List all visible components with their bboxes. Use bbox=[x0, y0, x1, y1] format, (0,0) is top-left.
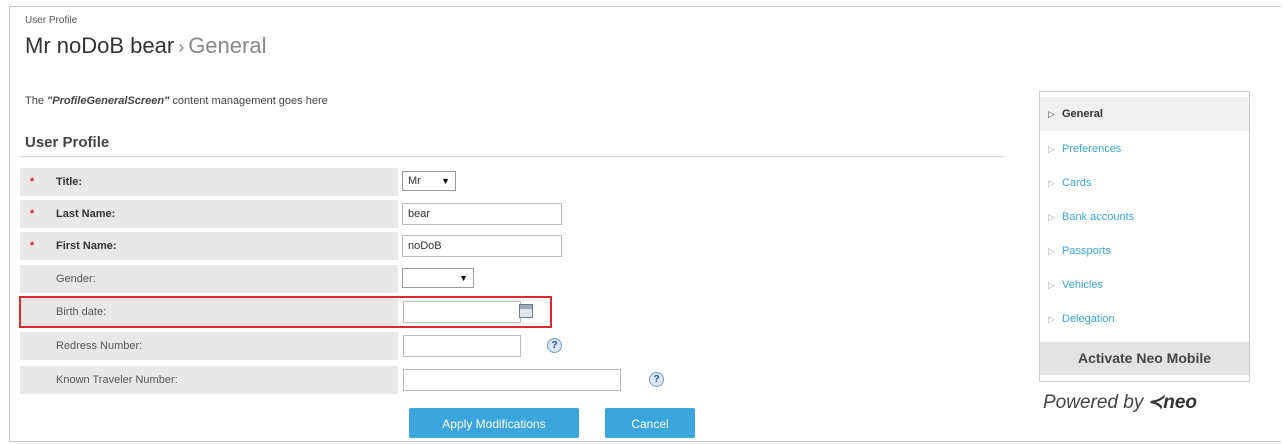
section-divider bbox=[20, 156, 1004, 157]
sidebar-item-label: Delegation bbox=[1062, 313, 1115, 325]
last-name-field[interactable] bbox=[402, 203, 562, 225]
sidebar-item-general[interactable]: ▷ General bbox=[1040, 97, 1249, 131]
form-row-first-name: * First Name: bbox=[20, 232, 1000, 260]
label-cell: * Title: bbox=[20, 168, 398, 196]
sidebar-item-bank-accounts[interactable]: ▷ Bank accounts bbox=[1040, 200, 1249, 234]
triangle-right-icon: ▷ bbox=[1048, 212, 1055, 222]
triangle-right-icon: ▷ bbox=[1048, 178, 1055, 188]
sidebar-item-label: Vehicles bbox=[1062, 279, 1103, 291]
triangle-right-icon: ▷ bbox=[1048, 314, 1055, 324]
title-select-value: Mr bbox=[408, 175, 421, 187]
help-icon[interactable]: ? bbox=[649, 372, 664, 387]
breadcrumb: User Profile bbox=[25, 15, 78, 26]
sidebar-item-preferences[interactable]: ▷ Preferences bbox=[1040, 132, 1249, 166]
page-subtitle: General bbox=[188, 33, 267, 58]
label-cell: * First Name: bbox=[20, 232, 398, 260]
title-separator: › bbox=[178, 37, 185, 57]
last-name-label: Last Name: bbox=[56, 208, 116, 220]
triangle-right-icon: ▷ bbox=[1048, 144, 1055, 154]
label-cell: Redress Number: bbox=[20, 332, 398, 360]
sidebar-item-label: Bank accounts bbox=[1062, 211, 1135, 223]
label-cell: Gender: bbox=[20, 265, 398, 293]
sidebar-item-label: Cards bbox=[1062, 177, 1092, 189]
help-icon[interactable]: ? bbox=[547, 338, 562, 353]
known-traveler-number-field[interactable] bbox=[403, 369, 621, 391]
cms-note-prefix: The bbox=[25, 95, 48, 107]
form-row-redress-number: Redress Number: ? bbox=[20, 332, 1000, 360]
form-row-gender: Gender: ▼ bbox=[20, 265, 1000, 293]
title-label: Title: bbox=[56, 176, 83, 188]
known-traveler-number-label: Known Traveler Number: bbox=[56, 374, 178, 386]
title-select[interactable]: Mr ▼ bbox=[402, 171, 456, 191]
cms-note-suffix: content management goes here bbox=[169, 95, 328, 107]
label-cell: * Last Name: bbox=[20, 200, 398, 228]
first-name-label: First Name: bbox=[56, 240, 117, 252]
cancel-button[interactable]: Cancel bbox=[605, 408, 695, 438]
sidebar-item-passports[interactable]: ▷ Passports bbox=[1040, 234, 1249, 268]
form-row-last-name: * Last Name: bbox=[20, 200, 1000, 228]
page-title: Mr noDoB bear › General bbox=[25, 33, 266, 59]
redress-number-field[interactable] bbox=[403, 335, 521, 357]
required-mark: * bbox=[30, 240, 35, 252]
label-cell: Known Traveler Number: bbox=[20, 366, 398, 394]
required-mark: * bbox=[30, 208, 35, 220]
activate-neo-mobile-button[interactable]: Activate Neo Mobile bbox=[1040, 342, 1249, 375]
form-row-known-traveler-number: Known Traveler Number: ? bbox=[20, 366, 1000, 394]
section-title: User Profile bbox=[25, 134, 110, 151]
sidebar-item-cards[interactable]: ▷ Cards bbox=[1040, 166, 1249, 200]
sidebar-item-delegation[interactable]: ▷ Delegation bbox=[1040, 302, 1249, 336]
profile-nav-panel: ▷ General ▷ Preferences ▷ Cards ▷ Bank a… bbox=[1039, 91, 1250, 382]
form-row-title: * Title: Mr ▼ bbox=[20, 168, 1000, 196]
required-mark: * bbox=[30, 176, 35, 188]
powered-by-text: Powered by bbox=[1043, 392, 1144, 413]
triangle-right-icon: ▷ bbox=[1048, 246, 1055, 256]
gender-label: Gender: bbox=[56, 273, 96, 285]
triangle-right-icon: ▷ bbox=[1048, 109, 1055, 119]
triangle-right-icon: ▷ bbox=[1048, 280, 1055, 290]
apply-modifications-button[interactable]: Apply Modifications bbox=[409, 408, 579, 438]
redress-number-label: Redress Number: bbox=[56, 340, 143, 352]
sidebar-item-vehicles[interactable]: ▷ Vehicles bbox=[1040, 268, 1249, 302]
chevron-down-icon: ▼ bbox=[459, 273, 468, 283]
sidebar-item-label: General bbox=[1062, 108, 1103, 120]
cms-note: The "ProfileGeneralScreen" content manag… bbox=[25, 95, 328, 107]
chevron-down-icon: ▼ bbox=[441, 176, 450, 186]
powered-by: Powered by ≺neo bbox=[1043, 391, 1197, 414]
first-name-field[interactable] bbox=[402, 235, 562, 257]
cms-screen-name: "ProfileGeneralScreen" bbox=[47, 95, 170, 107]
sidebar-item-label: Passports bbox=[1062, 245, 1111, 257]
gender-select[interactable]: ▼ bbox=[402, 268, 474, 288]
birth-date-highlight bbox=[19, 296, 552, 328]
neo-logo: ≺neo bbox=[1147, 392, 1198, 413]
profile-name: Mr noDoB bear bbox=[25, 33, 175, 58]
sidebar-item-label: Preferences bbox=[1062, 143, 1122, 155]
